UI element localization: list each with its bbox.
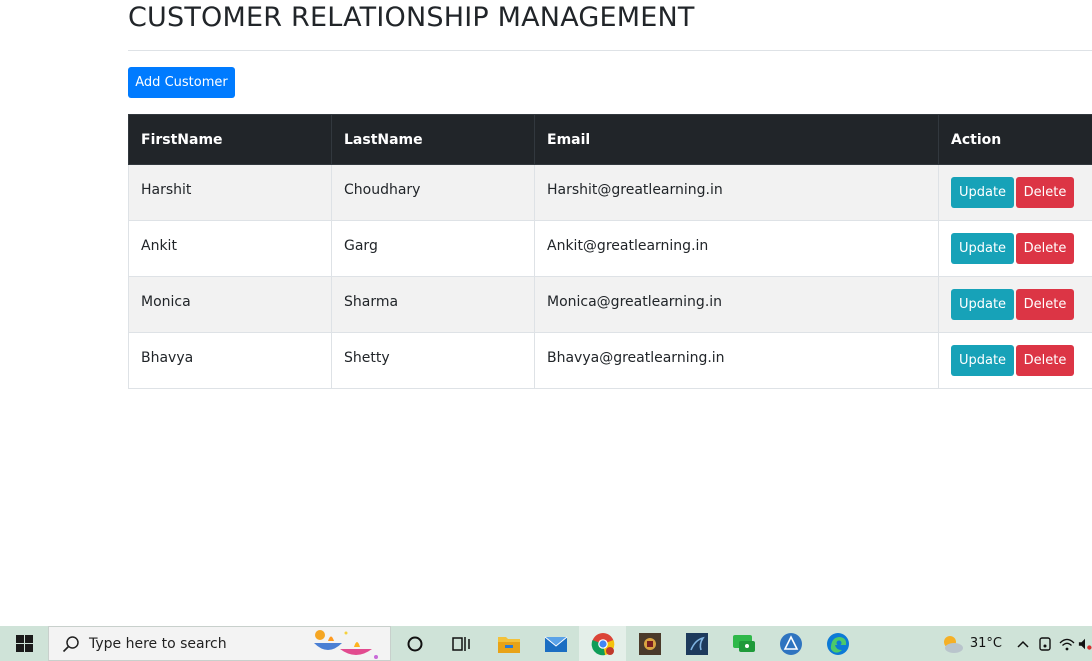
show-hidden-icons[interactable] xyxy=(1012,626,1034,661)
taskbar-app-taskview[interactable] xyxy=(438,626,485,661)
firstname-text: Monica xyxy=(141,293,191,310)
taskbar-search[interactable]: Type here to search xyxy=(48,626,391,661)
cell-action: Update Delete xyxy=(938,276,1092,333)
chrome-icon xyxy=(591,632,614,655)
mail-icon xyxy=(544,636,567,652)
title-divider xyxy=(128,50,1092,51)
cell-action: Update Delete xyxy=(938,220,1092,277)
taskbar-app-mysql[interactable] xyxy=(673,626,720,661)
taskbar-app-git[interactable] xyxy=(767,626,814,661)
firstname-text: Harshit xyxy=(141,181,192,198)
email-text: Ankit@greatlearning.in xyxy=(547,237,709,254)
file-explorer-icon xyxy=(497,636,520,653)
cell-lastname: Choudhary xyxy=(331,164,535,221)
tray-network[interactable] xyxy=(1056,626,1078,661)
customer-table: FirstName LastName Email Action Harshit … xyxy=(128,114,1092,389)
task-view-icon xyxy=(451,636,470,651)
search-placeholder: Type here to search xyxy=(89,635,227,652)
firstname-text: Ankit xyxy=(141,237,177,254)
wifi-icon xyxy=(1059,638,1075,650)
cell-email: Ankit@greatlearning.in xyxy=(534,220,939,277)
taskbar-app-chrome[interactable] xyxy=(579,626,626,661)
cortana-icon xyxy=(407,636,422,651)
table-row: Bhavya Shetty Bhavya@greatlearning.in Up… xyxy=(128,332,1092,389)
cell-firstname: Bhavya xyxy=(128,332,332,389)
cell-email: Harshit@greatlearning.in xyxy=(534,164,939,221)
edge-icon xyxy=(826,632,849,655)
email-text: Bhavya@greatlearning.in xyxy=(547,349,725,366)
update-button[interactable]: Update xyxy=(951,177,1014,208)
diwali-lamp-icon xyxy=(314,630,378,659)
cell-lastname: Shetty xyxy=(331,332,535,389)
table-row: Harshit Choudhary Harshit@greatlearning.… xyxy=(128,164,1092,221)
search-icon xyxy=(62,635,79,652)
volume-icon xyxy=(1078,638,1092,650)
cell-action: Update Delete xyxy=(938,164,1092,221)
taskbar: Type here to search 31°C xyxy=(0,626,1092,661)
cell-email: Monica@greatlearning.in xyxy=(534,276,939,333)
column-header-email: Email xyxy=(534,114,939,165)
delete-button[interactable]: Delete xyxy=(1016,289,1074,320)
update-button[interactable]: Update xyxy=(951,345,1014,376)
app-icon xyxy=(638,632,661,655)
windows-icon xyxy=(15,635,33,652)
table-row: Ankit Garg Ankit@greatlearning.in Update… xyxy=(128,220,1092,277)
cell-lastname: Garg xyxy=(331,220,535,277)
email-text: Monica@greatlearning.in xyxy=(547,293,723,310)
cell-firstname: Monica xyxy=(128,276,332,333)
email-text: Harshit@greatlearning.in xyxy=(547,181,723,198)
update-button[interactable]: Update xyxy=(951,289,1014,320)
table-header-row: FirstName LastName Email Action xyxy=(128,114,1092,165)
taskbar-app-mail[interactable] xyxy=(532,626,579,661)
update-button[interactable]: Update xyxy=(951,233,1014,264)
column-header-action: Action xyxy=(938,114,1092,165)
delete-button[interactable]: Delete xyxy=(1016,345,1074,376)
column-header-firstname: FirstName xyxy=(128,114,332,165)
lastname-text: Choudhary xyxy=(344,181,421,198)
meet-icon xyxy=(1039,636,1051,651)
delete-button[interactable]: Delete xyxy=(1016,177,1074,208)
chevron-up-icon xyxy=(1017,640,1029,648)
mysql-workbench-icon xyxy=(685,632,708,655)
page-title: CUSTOMER RELATIONSHIP MANAGEMENT xyxy=(128,2,695,33)
system-tray: 31°C xyxy=(940,626,1092,661)
lastname-text: Garg xyxy=(344,237,378,254)
cell-firstname: Harshit xyxy=(128,164,332,221)
taskbar-app-chat[interactable] xyxy=(720,626,767,661)
add-customer-button[interactable]: Add Customer xyxy=(128,67,235,98)
delete-button[interactable]: Delete xyxy=(1016,233,1074,264)
cell-firstname: Ankit xyxy=(128,220,332,277)
taskbar-app-game[interactable] xyxy=(626,626,673,661)
lastname-text: Sharma xyxy=(344,293,399,310)
chat-icon xyxy=(732,634,755,652)
git-icon xyxy=(779,632,802,655)
weather-temperature[interactable]: 31°C xyxy=(970,636,1002,651)
column-header-lastname: LastName xyxy=(331,114,535,165)
taskbar-app-cortana[interactable] xyxy=(391,626,438,661)
tray-volume[interactable] xyxy=(1078,626,1092,661)
firstname-text: Bhavya xyxy=(141,349,194,366)
taskbar-app-edge[interactable] xyxy=(814,626,861,661)
start-button[interactable] xyxy=(0,626,48,661)
tray-meet-now[interactable] xyxy=(1034,626,1056,661)
cell-action: Update Delete xyxy=(938,332,1092,389)
table-row: Monica Sharma Monica@greatlearning.in Up… xyxy=(128,276,1092,333)
taskbar-app-explorer[interactable] xyxy=(485,626,532,661)
lastname-text: Shetty xyxy=(344,349,390,366)
cell-lastname: Sharma xyxy=(331,276,535,333)
weather-icon[interactable] xyxy=(940,633,964,655)
cell-email: Bhavya@greatlearning.in xyxy=(534,332,939,389)
crm-page: CUSTOMER RELATIONSHIP MANAGEMENT Add Cus… xyxy=(0,0,1092,626)
